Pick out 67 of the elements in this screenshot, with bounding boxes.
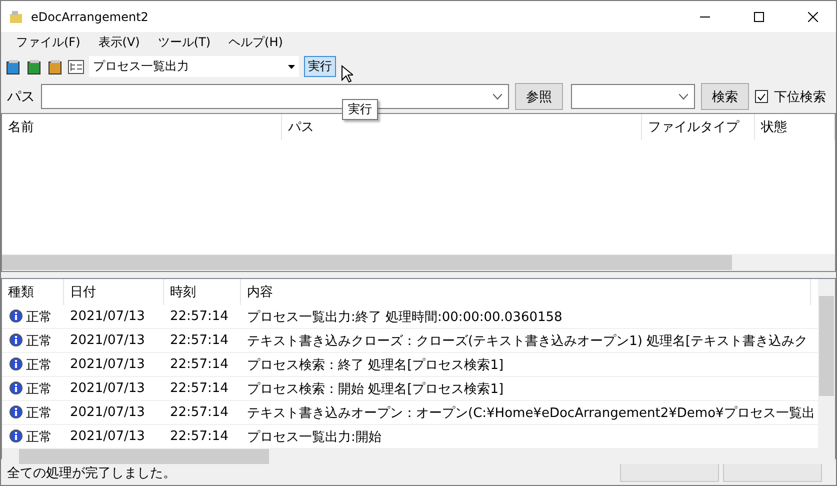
info-icon [8,404,24,420]
table-cell-text: 2021/07/13 [69,429,146,444]
tree-view-icon[interactable] [68,60,84,74]
table-cell-text: 22:57:14 [169,381,230,396]
column-header[interactable]: 名前 [2,114,282,140]
log-type: 正常 [26,404,52,422]
search-field[interactable] [571,84,695,109]
table-cell-text: プロセス一覧出力:終了 処理時間:00:00:00.0360158 [246,308,564,326]
run-button[interactable]: 実行 [304,56,336,77]
table-cell-text: 22:57:14 [169,429,230,444]
column-header[interactable]: 内容 [241,279,811,305]
info-icon [8,380,24,396]
table-cell-text: プロセス検索：終了 処理名[プロセス検索1] [246,356,505,374]
info-icon [8,308,24,324]
info-icon [8,332,24,348]
log-type: 正常 [26,428,52,446]
tooltip: 実行 [342,99,378,120]
chevron-down-icon [679,94,688,100]
browse-button[interactable]: 参照 [515,83,563,110]
table-cell-text: 2021/07/13 [69,333,146,348]
column-header[interactable]: 状態 [755,114,835,140]
column-header[interactable]: 日付 [64,279,164,305]
table-cell-text: 22:57:14 [169,357,230,372]
menu-item[interactable]: ファイル(F) [7,34,90,51]
info-icon [8,356,24,372]
book-icon[interactable] [5,58,21,74]
scrollbar[interactable] [2,449,835,464]
chevron-down-icon [493,94,502,100]
table-cell-text: 2021/07/13 [69,309,146,324]
table-cell-text: プロセス一覧出力:開始 [246,428,382,446]
scrollbar[interactable] [2,254,835,271]
path-label: パス [7,88,35,106]
table-cell-text: テキスト書き込みオープン：オープン(C:¥Home¥eDocArrangement2¥Demo¥プロセス一覧出 [246,404,811,422]
table-cell-text: 22:57:14 [169,309,230,324]
table-cell-text: 2021/07/13 [69,405,146,420]
folder-icon [9,10,23,24]
table-cell-text: 22:57:14 [169,405,230,420]
process-dropdown[interactable]: プロセス一覧出力 [89,56,299,77]
table-cell-text: 22:57:14 [169,333,230,348]
close-icon [808,12,818,22]
column-header[interactable]: 時刻 [164,279,241,305]
menu-item[interactable]: ツール(T) [148,34,220,51]
table-cell-text: テキスト書き込みクローズ：クローズ(テキスト書き込みオープン1) 処理名[テキスト書き込みク [246,332,809,350]
book-icon[interactable] [47,58,63,74]
log-type: 正常 [26,308,52,326]
checkbox-label: 下位検索 [774,88,826,106]
checkbox[interactable] [755,90,768,103]
maximize-icon [754,12,764,22]
info-icon [8,428,24,444]
column-header[interactable]: 種類 [2,279,64,305]
menu-item[interactable]: 表示(V) [89,34,149,51]
log-type: 正常 [26,332,52,350]
caret-icon [288,64,295,68]
table-cell-text: 2021/07/13 [69,357,146,372]
table-cell-text: プロセス検索：開始 処理名[プロセス検索1] [246,380,505,398]
status-message: 全ての処理が完了しました。 [7,464,177,482]
book-icon[interactable] [26,58,42,74]
cursor-icon [341,65,353,83]
table-cell-text: 2021/07/13 [69,381,146,396]
menu-item[interactable]: ヘルプ(H) [220,34,292,51]
search-button[interactable]: 検索 [701,83,749,110]
window-title: eDocArrangement2 [31,10,150,24]
log-type: 正常 [26,380,52,398]
column-header[interactable]: パス [282,114,642,140]
column-header[interactable]: ファイルタイプ [642,114,755,140]
scrollbar[interactable] [818,279,835,449]
log-type: 正常 [26,356,52,374]
